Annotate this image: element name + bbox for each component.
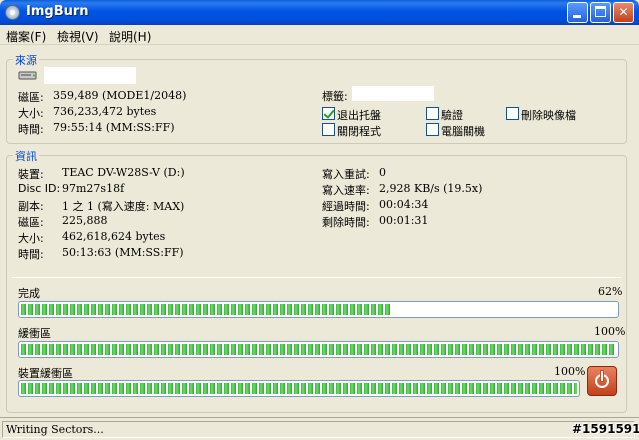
complete-percent: 62% [598,285,623,298]
drive-icon [18,70,38,81]
menu-view[interactable]: 檢視(V) [57,28,99,45]
device-buffer-percent: 100% [554,365,586,378]
close-button[interactable]: ✕ [613,2,634,23]
info-size-value: 462,618,624 bytes [62,230,166,243]
device-buffer-progress-fill [21,383,577,394]
buffer-percent: 100% [594,325,626,338]
delete-image-label: 刪除映像檔 [521,109,576,122]
info-time-value: 50:13:63 (MM:SS:FF) [62,246,184,259]
status-text: Writing Sectors... [6,423,104,436]
time-label: 時間: [18,123,44,136]
sectors-value: 359,489 (MODE1/2048) [53,89,187,102]
device-buffer-progress-bar [18,380,580,397]
disc-id-value: 97m27s18f [62,182,125,195]
maximize-icon [595,6,606,17]
volume-label: 標籤: [322,90,348,103]
status-bar: Writing Sectors... [0,417,639,440]
complete-label: 完成 [18,287,40,300]
verify-label: 驗證 [441,109,463,122]
remaining-time-value: 00:01:31 [379,214,429,227]
copies-value: 1 之 1 (寫入速度: MAX) [62,200,185,213]
maximize-button[interactable] [590,2,611,23]
status-panel: Writing Sectors... [2,421,635,438]
power-icon-line [601,371,603,381]
volume-label-input[interactable] [352,86,434,101]
write-rate-label: 寫入速率: [322,184,370,197]
device-label: 裝置: [18,168,44,181]
window-title: ImgBurn [26,4,89,19]
device-value: TEAC DV-W28S-V (D:) [62,166,185,179]
verify-checkbox[interactable] [426,107,439,120]
eject-tray-label: 退出托盤 [337,109,381,122]
size-label: 大小: [18,107,44,120]
write-retries-value: 0 [379,166,386,179]
close-icon: ✕ [618,5,629,19]
info-group-title: 資訊 [13,148,39,164]
source-group-title: 來源 [13,52,39,68]
shutdown-label: 電腦關機 [441,125,485,138]
title-bar[interactable]: ImgBurn ✕ [0,0,639,25]
info-size-label: 大小: [18,232,44,245]
close-program-checkbox[interactable] [322,123,335,136]
disc-icon [5,5,20,20]
write-retries-label: 寫入重試: [322,168,370,181]
buffer-progress-fill [21,344,616,355]
info-time-label: 時間: [18,248,44,261]
menu-bar: 檔案(F) 檢視(V) 說明(H) [0,25,639,45]
info-sectors-value: 225,888 [62,214,108,227]
info-sectors-label: 磁區: [18,216,44,229]
elapsed-time-value: 00:04:34 [379,198,429,211]
size-value: 736,233,472 bytes [53,105,157,118]
device-buffer-label: 裝置緩衝區 [18,367,73,380]
eject-tray-checkbox[interactable] [322,107,335,120]
shutdown-checkbox[interactable] [426,123,439,136]
buffer-label: 緩衝區 [18,327,51,340]
watermark-text: #1591591 [572,422,639,436]
time-value: 79:55:14 (MM:SS:FF) [53,121,175,134]
abort-button[interactable] [587,366,617,396]
delete-image-checkbox[interactable] [506,107,519,120]
sectors-label: 磁區: [18,91,44,104]
disc-id-label: Disc ID: [18,182,61,195]
info-divider [12,277,621,278]
remaining-time-label: 剩除時間: [322,216,370,229]
menu-help[interactable]: 說明(H) [109,28,151,45]
minimize-button[interactable] [567,2,588,23]
copies-label: 副本: [18,200,44,213]
write-rate-value: 2,928 KB/s (19.5x) [379,182,483,195]
source-drive-field[interactable] [44,67,136,84]
complete-progress-fill [21,304,390,315]
complete-progress-bar [18,301,619,318]
elapsed-time-label: 經過時間: [322,200,370,213]
buffer-progress-bar [18,341,619,358]
menu-file[interactable]: 檔案(F) [6,28,46,45]
close-program-label: 關閉程式 [337,125,381,138]
minimize-icon [573,15,581,18]
